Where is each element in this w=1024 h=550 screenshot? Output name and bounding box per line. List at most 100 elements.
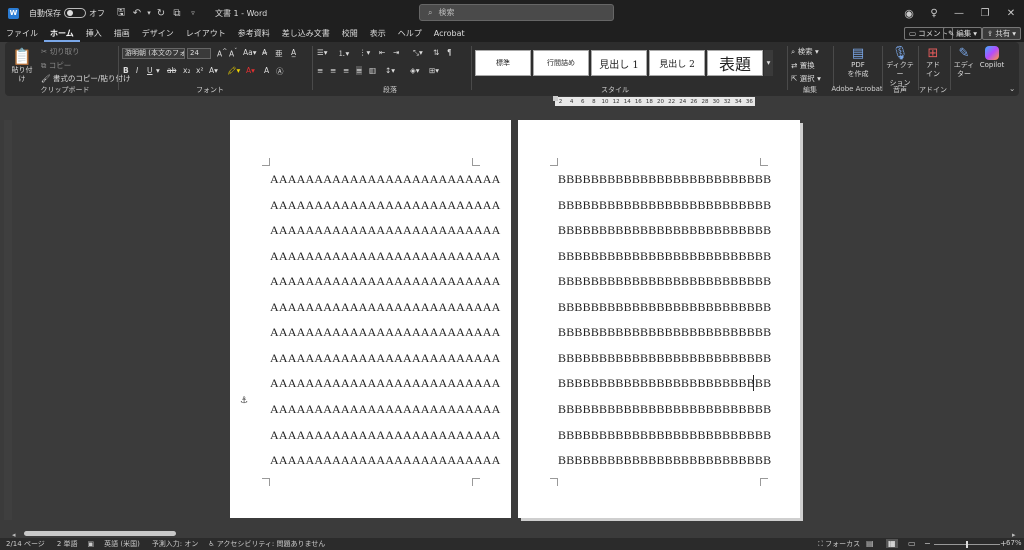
clear-format-icon[interactable]: A̶ (262, 48, 267, 57)
text-line[interactable]: AAAAAAAAAAAAAAAAAAAAAAAAAA (270, 402, 501, 417)
customize-qat-icon[interactable]: ▿ (185, 9, 201, 17)
align-left-icon[interactable]: ≡ (317, 66, 323, 75)
share-button[interactable]: ⇪ 共有 ▾ (982, 27, 1022, 40)
text-line[interactable]: BBBBBBBBBBBBBBBBBBBBBBBBBB (558, 376, 771, 391)
anchor-icon[interactable]: ⚓ (240, 396, 248, 406)
numbering-icon[interactable]: ⒈▾ (338, 48, 349, 59)
bullets-icon[interactable]: ☰▾ (317, 48, 328, 57)
style-heading-1[interactable]: 見出し 1 (591, 50, 647, 76)
web-layout-icon[interactable]: ▭ (908, 539, 916, 548)
proofing-icon[interactable]: ▣ (88, 540, 95, 548)
font-name-dropdown[interactable]: 游明朝 (本文のフォン (122, 48, 185, 59)
text-line[interactable]: BBBBBBBBBBBBBBBBBBBBBBBBBB (558, 274, 771, 289)
strikethrough-icon[interactable]: ab (167, 66, 176, 75)
format-icon[interactable]: ⧉ (169, 8, 185, 19)
editor-button[interactable]: ✎ エディ ター (953, 46, 975, 79)
text-line[interactable]: BBBBBBBBBBBBBBBBBBBBBBBBBB (558, 249, 771, 264)
scroll-thumb[interactable] (24, 531, 176, 536)
text-line[interactable]: BBBBBBBBBBBBBBBBBBBBBBBBBB (558, 351, 771, 366)
tab-mailings[interactable]: 差し込み文書 (276, 26, 336, 42)
tab-draw[interactable]: 描画 (108, 26, 136, 42)
align-center-icon[interactable]: ≡ (330, 66, 336, 75)
save-icon[interactable]: 🖫 (113, 5, 129, 22)
align-right-icon[interactable]: ≡ (343, 66, 349, 75)
tab-view[interactable]: 表示 (364, 26, 392, 42)
select-button[interactable]: ⇱ 選択 ▾ (791, 73, 821, 84)
text-line[interactable]: AAAAAAAAAAAAAAAAAAAAAAAAAA (270, 223, 501, 238)
search-box[interactable]: ⌕ 検索 (419, 4, 614, 21)
sort-icon[interactable]: ⇅ (433, 48, 439, 57)
accessibility-status[interactable]: アクセシビリティ: 問題ありません (217, 539, 326, 549)
undo-icon[interactable]: ↶ (129, 8, 145, 19)
subscript-icon[interactable]: x₂ (183, 66, 190, 75)
tab-layout[interactable]: レイアウト (180, 26, 232, 42)
tab-review[interactable]: 校閲 (336, 26, 364, 42)
horizontal-ruler[interactable]: 2 4 6 8 10 12 14 16 18 20 22 24 26 28 30… (555, 97, 755, 106)
redo-icon[interactable]: ↻ (153, 8, 169, 19)
styles-more-icon[interactable]: ▾ (764, 50, 773, 76)
tab-design[interactable]: デザイン (136, 26, 180, 42)
undo-dropdown-icon[interactable]: ▾ (145, 9, 153, 17)
cut-button[interactable]: ✂ 切り取り (41, 46, 80, 57)
decrease-indent-icon[interactable]: ⇤ (379, 48, 385, 57)
text-line[interactable]: AAAAAAAAAAAAAAAAAAAAAAAAAA (270, 172, 501, 187)
create-pdf-button[interactable]: ▤ PDF を作成 (841, 46, 875, 79)
tab-acrobat[interactable]: Acrobat (428, 26, 471, 42)
copilot-button[interactable]: Copilot (977, 46, 1007, 70)
char-shading-icon[interactable]: A (264, 66, 269, 75)
copy-button[interactable]: ⧉ コピー (41, 60, 71, 71)
vertical-scrollbar[interactable] (1014, 120, 1020, 530)
zoom-level[interactable]: 67% (1006, 539, 1022, 547)
highlight-icon[interactable]: 🖍▾ (227, 66, 240, 75)
italic-icon[interactable]: I (136, 66, 138, 75)
replace-button[interactable]: ⇄ 置換 (791, 60, 815, 71)
ribbon-collapse-icon[interactable]: ⌄ (1009, 84, 1015, 93)
tab-file[interactable]: ファイル (0, 26, 44, 42)
font-size-dropdown[interactable]: 24 (187, 48, 211, 59)
addins-button[interactable]: ⊞ アド イン (921, 46, 945, 79)
style-title[interactable]: 表題 (707, 50, 763, 76)
tab-help[interactable]: ヘルプ (392, 26, 428, 42)
text-line[interactable]: BBBBBBBBBBBBBBBBBBBBBBBBBB (558, 325, 771, 340)
dictate-button[interactable]: 🎙 ディクテー ション (884, 46, 916, 88)
tab-home[interactable]: ホーム (44, 26, 80, 42)
shading-icon[interactable]: ◈▾ (410, 66, 420, 75)
horizontal-scrollbar[interactable]: ◂ ▸ (12, 530, 1022, 539)
shrink-font-icon[interactable]: Aˇ (229, 48, 237, 59)
autosave-toggle[interactable] (64, 8, 86, 18)
text-line[interactable]: AAAAAAAAAAAAAAAAAAAAAAAAAA (270, 274, 501, 289)
text-line[interactable]: BBBBBBBBBBBBBBBBBBBBBBBBBB (558, 172, 771, 187)
print-layout-icon[interactable]: ▦ (886, 539, 898, 548)
distributed-icon[interactable]: ▥ (369, 66, 376, 75)
text-line[interactable]: AAAAAAAAAAAAAAAAAAAAAAAAAA (270, 428, 501, 443)
change-case-icon[interactable]: Aa▾ (243, 48, 257, 57)
phonetic-guide-icon[interactable]: 亜 (275, 48, 283, 59)
underline-icon[interactable]: U (147, 66, 153, 75)
vertical-ruler[interactable] (4, 120, 12, 520)
read-mode-icon[interactable]: ▤ (866, 539, 874, 548)
underline-dropdown-icon[interactable]: ▾ (156, 66, 160, 75)
text-line[interactable]: BBBBBBBBBBBBBBBBBBBBBBBBBB (558, 453, 771, 468)
text-line[interactable]: AAAAAAAAAAAAAAAAAAAAAAAAAA (270, 249, 501, 264)
text-line[interactable]: AAAAAAAAAAAAAAAAAAAAAAAAAA (270, 376, 501, 391)
text-line[interactable]: AAAAAAAAAAAAAAAAAAAAAAAAAA (270, 198, 501, 213)
zoom-slider-thumb[interactable] (966, 541, 968, 548)
paste-button[interactable]: 📋 貼り付け (11, 48, 33, 84)
tab-references[interactable]: 参考資料 (232, 26, 276, 42)
bold-icon[interactable]: B (123, 66, 129, 75)
text-line[interactable]: AAAAAAAAAAAAAAAAAAAAAAAAAA (270, 453, 501, 468)
text-line[interactable]: BBBBBBBBBBBBBBBBBBBBBBBBBB (558, 223, 771, 238)
tab-insert[interactable]: 挿入 (80, 26, 108, 42)
superscript-icon[interactable]: x² (196, 66, 203, 75)
text-line[interactable]: AAAAAAAAAAAAAAAAAAAAAAAAAA (270, 325, 501, 340)
style-heading-2[interactable]: 見出し 2 (649, 50, 705, 76)
editing-mode-button[interactable]: ✎ 編集 ▾ (943, 27, 983, 40)
style-no-spacing[interactable]: 行間詰め (533, 50, 589, 76)
find-button[interactable]: ⌕ 検索 ▾ (791, 46, 819, 57)
enclose-char-icon[interactable]: Ⓐ (276, 66, 284, 77)
borders-icon[interactable]: ⊞▾ (429, 66, 439, 75)
page-count[interactable]: 2/14 ページ (6, 539, 45, 549)
text-effects-icon[interactable]: A▾ (209, 66, 218, 75)
multilevel-list-icon[interactable]: ⋮▾ (359, 48, 370, 57)
predictive-status[interactable]: 予測入力: オン (152, 539, 199, 549)
